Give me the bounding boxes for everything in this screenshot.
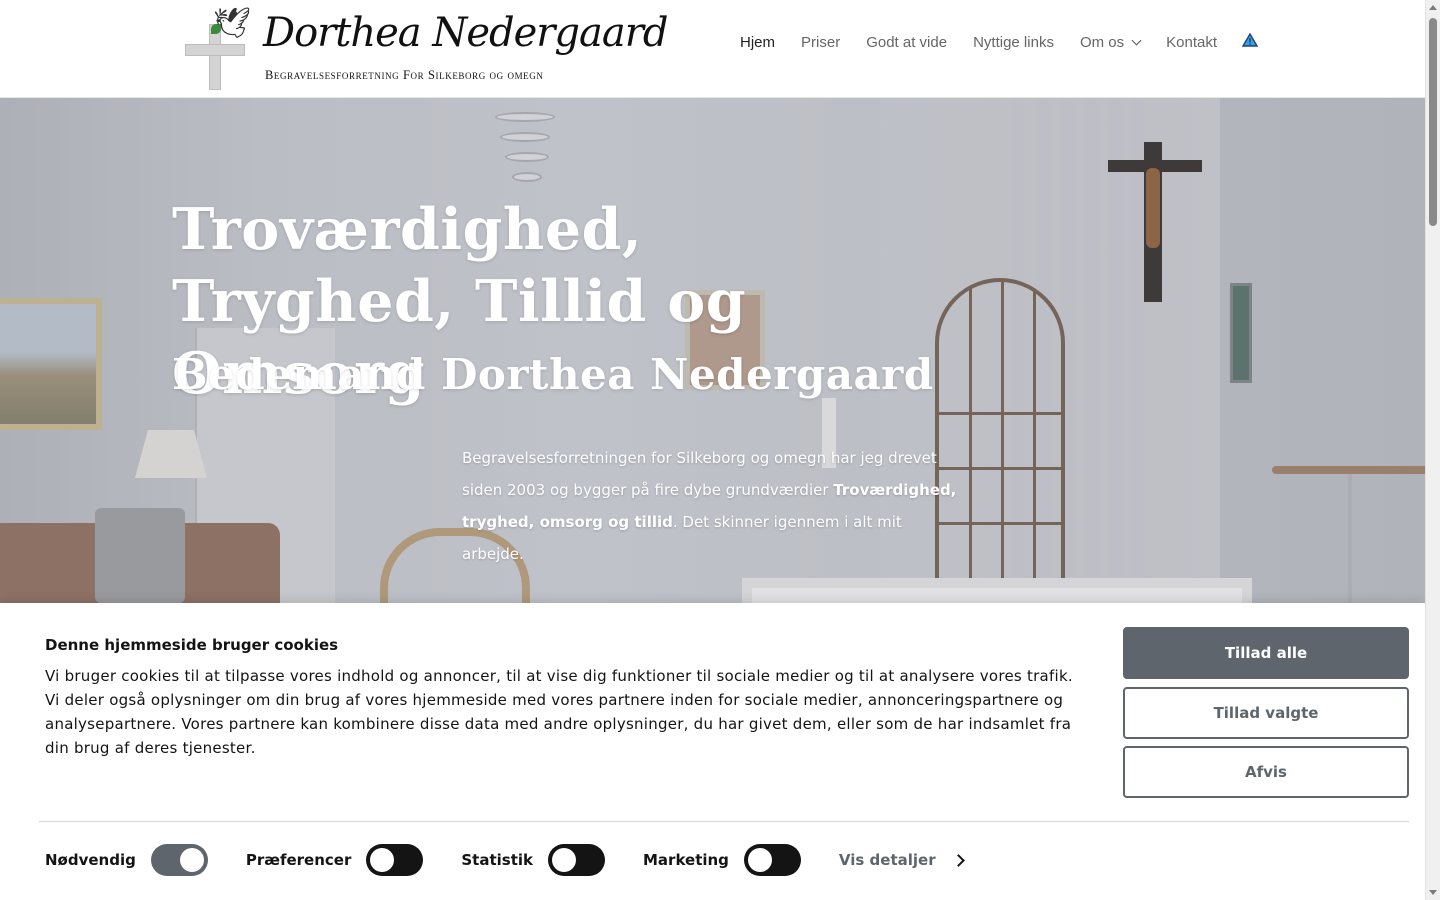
cookie-title: Denne hjemmeside bruger cookies (45, 636, 339, 654)
hero-section: Troværdighed, Tryghed, Tillid og Omsorg … (0, 98, 1425, 603)
site-logo[interactable]: 🕊 Dorthea Nedergaard Begravelsesforretni… (183, 6, 668, 90)
warning-triangle-icon[interactable] (1242, 32, 1258, 47)
nav-item-nyttige-links[interactable]: Nyttige links (973, 34, 1054, 51)
nav-item-hjem[interactable]: Hjem (740, 34, 775, 51)
hero-intro-text: Begravelsesforretningen for Silkeborg og… (462, 442, 962, 570)
show-details-label: Vis detaljer (838, 851, 936, 869)
nav-item-om-os[interactable]: Om os (1079, 34, 1142, 51)
dove-icon: 🕊 (213, 6, 252, 41)
toggle-label-preferences: Præferencer (245, 851, 352, 869)
cookie-consent-banner: Denne hjemmeside bruger cookies Vi bruge… (0, 603, 1425, 900)
preferences-toggle[interactable] (366, 844, 424, 876)
necessary-toggle[interactable] (150, 844, 208, 876)
cookie-divider (39, 821, 1409, 822)
nav-item-kontakt[interactable]: Kontakt (1166, 34, 1217, 51)
toggle-label-necessary: Nødvendig (45, 851, 136, 869)
cookie-toggles: Nødvendig Præferencer Statistik Marketin… (45, 843, 965, 877)
allow-selected-button[interactable]: Tillad valgte (1123, 687, 1409, 739)
nav-item-priser[interactable]: Priser (801, 34, 840, 51)
nav-label: Godt at vide (866, 34, 948, 51)
site-header: 🕊 Dorthea Nedergaard Begravelsesforretni… (0, 0, 1425, 98)
scroll-up-arrow-icon[interactable] (1429, 5, 1437, 10)
scroll-thumb[interactable] (1429, 18, 1437, 226)
scroll-down-arrow-icon[interactable] (1429, 890, 1437, 895)
nav-label: Priser (801, 34, 841, 51)
chevron-right-icon (951, 853, 965, 867)
chevron-down-icon (1131, 35, 1142, 46)
main-nav: Hjem Priser Godt at vide Nyttige links O… (740, 32, 1258, 51)
nav-label: Nyttige links (973, 34, 1054, 51)
marketing-toggle[interactable] (743, 844, 801, 876)
nav-item-godt-at-vide[interactable]: Godt at vide (866, 34, 947, 51)
hero-subtitle: Bedemand Dorthea Nedergaard (172, 350, 934, 399)
nav-label: Hjem (740, 34, 776, 51)
show-details-link[interactable]: Vis detaljer (838, 851, 965, 869)
page-scrollbar[interactable] (1425, 0, 1440, 900)
logo-tagline: Begravelsesforretning For Silkeborg og o… (265, 68, 544, 82)
toggle-label-marketing: Marketing (643, 851, 729, 869)
nav-label: Om os (1079, 34, 1125, 51)
statistics-toggle[interactable] (548, 844, 605, 876)
nav-label: Kontakt (1166, 34, 1217, 51)
cookie-description: Vi bruger cookies til at tilpasse vores … (45, 667, 1073, 757)
decline-button[interactable]: Afvis (1123, 746, 1409, 798)
toggle-label-statistics: Statistik (461, 851, 533, 869)
logo-name: Dorthea Nedergaard (263, 10, 668, 56)
allow-all-button[interactable]: Tillad alle (1123, 627, 1409, 679)
